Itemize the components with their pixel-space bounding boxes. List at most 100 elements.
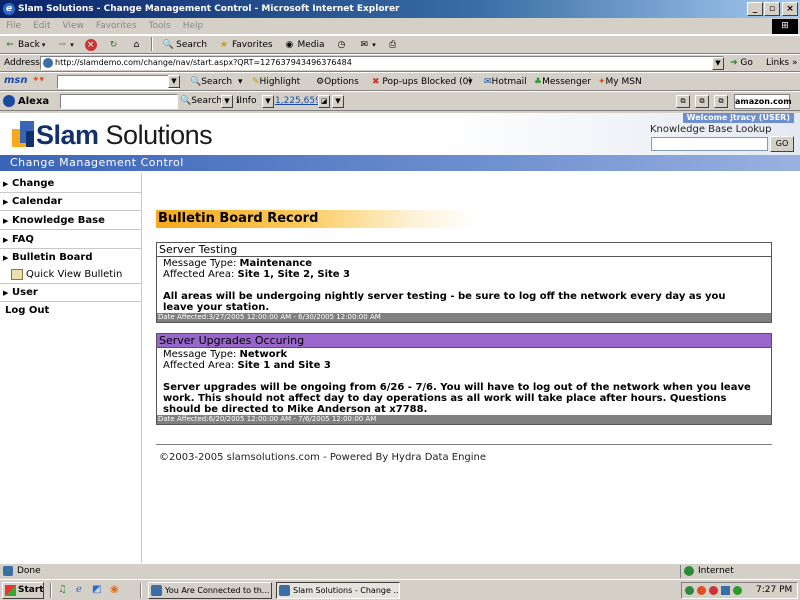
options-icon: ⚙ <box>316 77 325 87</box>
sidebar-item-bulletin-board[interactable]: ▶ Bulletin Board <box>0 249 142 267</box>
triangle-right-icon: ▶ <box>3 198 9 206</box>
back-arrow-icon: ⇐ <box>6 39 14 50</box>
msn-search-dropdown-arrow[interactable]: ▾ <box>238 77 243 87</box>
sidebar-item-knowledge-base[interactable]: ▶ Knowledge Base <box>0 212 142 230</box>
tray-network-icon[interactable] <box>685 586 694 595</box>
popup-blocker-button[interactable]: ✖ Pop-ups Blocked (0) <box>372 77 472 87</box>
sidebar-item-log-out[interactable]: Log Out <box>0 302 142 320</box>
options-button[interactable]: ⚙Options <box>316 77 359 87</box>
alexa-rank-icon[interactable]: ◪ <box>318 95 330 108</box>
back-button[interactable]: ⇐ Back ▾ <box>0 36 49 53</box>
menu-favorites[interactable]: Favorites <box>90 18 143 35</box>
address-input[interactable]: http://slamdemo.com/change/nav/start.asp… <box>40 56 724 70</box>
kb-go-button[interactable]: GO <box>770 136 794 152</box>
windows-flag-icon <box>5 585 16 596</box>
search-button[interactable]: 🔍 Search <box>158 36 211 53</box>
site-subtitle: Change Management Control <box>10 156 184 169</box>
copyright-text: ©2003-2005 slamsolutions.com - Powered B… <box>159 452 487 463</box>
messenger-button[interactable]: ♣Messenger <box>534 77 591 87</box>
quicklaunch-firefox-icon[interactable]: ◉ <box>110 584 119 595</box>
triangle-right-icon: ▶ <box>3 217 9 225</box>
quicklaunch-ie-icon[interactable]: ℯ <box>76 584 82 595</box>
zone-text: Internet <box>698 566 734 576</box>
msn-search-button[interactable]: 🔍Search <box>190 77 232 87</box>
mymsn-button[interactable]: ✦My MSN <box>598 77 642 87</box>
minimize-button[interactable]: _ <box>747 2 763 16</box>
ie-icon: e <box>3 3 15 15</box>
bulletin-body: Message Type: Maintenance Affected Area:… <box>157 257 771 313</box>
date-affected: Date Affected:3/27/2005 12:00:00 AM - 6/… <box>157 313 771 322</box>
alexa-tool-1-icon[interactable]: ⧉ <box>676 95 690 108</box>
refresh-button[interactable]: ↻ <box>104 36 124 53</box>
taskbar-item-slam-solutions[interactable]: Slam Solutions - Change ... <box>276 582 400 599</box>
menu-tools[interactable]: Tools <box>143 18 177 35</box>
sidebar: ▶ Change ▶ Calendar ▶ Knowledge Base ▶ FAQ ▶… <box>0 173 142 563</box>
bulletin-icon <box>11 269 23 280</box>
bulletin-title: Server Upgrades Occuring <box>157 334 771 348</box>
address-dropdown[interactable]: ▼ <box>712 57 724 70</box>
sidebar-item-faq[interactable]: ▶ FAQ <box>0 231 142 249</box>
stop-button[interactable]: × <box>81 36 101 53</box>
alexa-search-dropdown[interactable]: ▼ <box>221 95 233 108</box>
menu-help[interactable]: Help <box>177 18 210 35</box>
alexa-search-button[interactable]: 🔍Search <box>180 96 222 106</box>
msn-search-dropdown[interactable]: ▼ <box>168 75 180 88</box>
amazon-button[interactable]: amazon.com <box>734 94 792 109</box>
go-arrow-icon: ➔ <box>730 58 738 68</box>
sidebar-item-calendar[interactable]: ▶ Calendar <box>0 193 142 211</box>
star-icon: ★ <box>219 39 228 50</box>
quicklaunch-media-icon[interactable]: ♫ <box>58 584 67 595</box>
kb-lookup-input[interactable] <box>651 137 768 151</box>
quicklaunch-desktop-icon[interactable]: ◩ <box>92 584 101 595</box>
tray-antivirus-icon[interactable] <box>709 586 718 595</box>
alexa-rank-dropdown[interactable]: ▼ <box>332 95 344 108</box>
mymsn-icon: ✦ <box>598 77 606 87</box>
popup-dropdown[interactable]: ▾ <box>468 77 473 87</box>
menu-edit[interactable]: Edit <box>27 18 56 35</box>
history-button[interactable]: ◷ <box>331 36 351 53</box>
home-button[interactable]: ⌂ <box>126 36 146 53</box>
clock: 7:27 PM <box>756 585 793 595</box>
links-button[interactable]: Links » <box>766 58 798 68</box>
site-brand: Slam Solutions <box>36 120 213 150</box>
message-type-value: Maintenance <box>239 258 313 269</box>
bulletin-card: Server Testing Message Type: Maintenance… <box>156 242 772 323</box>
menu-view[interactable]: View <box>57 18 90 35</box>
hotmail-button[interactable]: ✉Hotmail <box>484 77 527 87</box>
go-button[interactable]: ➔ Go <box>730 58 753 68</box>
alexa-tool-3-icon[interactable]: ⧉ <box>714 95 728 108</box>
close-button[interactable]: × <box>782 2 798 16</box>
sidebar-item-change[interactable]: ▶ Change <box>0 175 142 193</box>
tray-display-icon[interactable] <box>721 586 730 595</box>
alexa-search-input[interactable] <box>60 94 178 109</box>
msn-search-input[interactable] <box>57 75 179 89</box>
triangle-right-icon: ▶ <box>3 289 9 297</box>
maximize-button[interactable]: ▫ <box>764 2 780 16</box>
alexa-tool-2-icon[interactable]: ⧉ <box>695 95 709 108</box>
affected-area-label: Affected Area: <box>163 269 238 280</box>
msn-toolbar: msn ✦▾ ▼ 🔍Search ▾ ✎Highlight ⚙Options ✖… <box>0 72 800 91</box>
forward-button[interactable]: ⇒ ▾ <box>52 36 78 53</box>
tray-messenger-icon[interactable] <box>733 586 742 595</box>
bulletin-message: Server upgrades will be ongoing from 6/2… <box>163 382 751 415</box>
menu-bar: File Edit View Favorites Tools Help ⊞ <box>0 18 800 35</box>
print-icon: ⎙ <box>389 39 397 50</box>
mail-button[interactable]: ✉ ▾ <box>354 36 380 53</box>
start-button[interactable]: Start <box>2 582 44 599</box>
media-button[interactable]: ◉ Media <box>279 36 328 53</box>
alexa-rank-link[interactable]: 1,225,659 <box>275 96 321 106</box>
menu-file[interactable]: File <box>0 18 27 35</box>
sidebar-item-quick-view-bulletin[interactable]: Quick View Bulletin <box>0 266 142 284</box>
divider <box>156 444 772 445</box>
sidebar-item-user[interactable]: ▶ User <box>0 284 142 302</box>
print-button[interactable]: ⎙ <box>383 36 403 53</box>
highlight-button[interactable]: ✎Highlight <box>252 77 300 87</box>
favorites-button[interactable]: ★ Favorites <box>214 36 277 53</box>
kb-lookup-label: Knowledge Base Lookup <box>650 124 772 135</box>
alexa-info-dropdown[interactable]: ▼ <box>262 95 274 108</box>
taskbar-item-connected[interactable]: You Are Connected to th... <box>148 582 272 599</box>
tray-msn-icon[interactable] <box>697 586 706 595</box>
page-done-icon <box>3 566 13 576</box>
alexa-info-button[interactable]: ℹInfo <box>236 96 256 106</box>
media-icon: ◉ <box>285 39 294 50</box>
